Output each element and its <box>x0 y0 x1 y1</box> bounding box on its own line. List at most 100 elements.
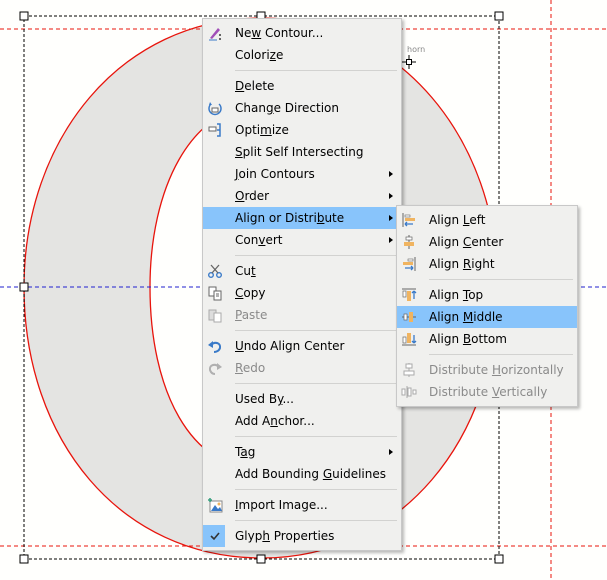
undo-icon <box>207 338 223 354</box>
menu-separator <box>235 70 397 71</box>
resize-handle-middle-left[interactable] <box>19 282 29 292</box>
checkmark-icon <box>207 528 223 544</box>
menu-item-align-or-distribute[interactable]: Align or Distribute <box>203 207 401 229</box>
menu-item-cut[interactable]: Cut <box>203 260 401 282</box>
resize-handle-top-right[interactable] <box>494 11 504 21</box>
mnemonic-letter: w <box>251 26 262 40</box>
menu-separator <box>235 383 397 384</box>
menu-item-split-self-intersecting[interactable]: Split Self Intersecting <box>203 141 401 163</box>
menu-item-add-anchor[interactable]: Add Anchor... <box>203 410 401 432</box>
menu-item-label: Cut <box>235 264 256 278</box>
menu-item-optimize[interactable]: Optimize <box>203 119 401 141</box>
menu-item-label: Glyph Properties <box>235 529 335 543</box>
menu-item-import-image[interactable]: Import Image... <box>203 494 401 516</box>
menu-item-colorize[interactable]: Colorize <box>203 44 401 66</box>
mnemonic-letter: H <box>491 363 501 377</box>
menu-item-label: Distribute Vertically <box>429 385 548 399</box>
mnemonic-letter: n <box>270 414 278 428</box>
mnemonic-letter: U <box>235 339 244 353</box>
menu-item-undo[interactable]: Undo Align Center <box>203 335 401 357</box>
submenu-arrow-icon <box>389 449 393 455</box>
menu-item-align-left[interactable]: Align Left <box>397 209 577 231</box>
mnemonic-letter: D <box>235 79 245 93</box>
menu-item-change-direction[interactable]: Change Direction <box>203 97 401 119</box>
mnemonic-letter: m <box>260 123 272 137</box>
align-bottom-icon <box>401 331 417 347</box>
menu-item-tag[interactable]: Tag <box>203 441 401 463</box>
distribute-horizontally-icon <box>401 362 417 378</box>
menu-item-label: Undo Align Center <box>235 339 345 353</box>
menu-item-label: Add Bounding Guidelines <box>235 467 386 481</box>
menu-item-new-contour[interactable]: New Contour... <box>203 22 401 44</box>
mnemonic-letter: R <box>235 361 243 375</box>
menu-item-label: Order <box>235 189 270 203</box>
menu-separator <box>235 330 397 331</box>
menu-item-used-by[interactable]: Used By... <box>203 388 401 410</box>
menu-item-label: Align Bottom <box>429 332 507 346</box>
align-distribute-submenu: Align Left Align Center Align Right Align T… <box>396 205 578 407</box>
menu-item-label: Align Center <box>429 235 504 249</box>
distribute-vertically-icon <box>401 384 417 400</box>
menu-item-label: Join Contours <box>235 167 315 181</box>
mnemonic-letter: S <box>235 145 243 159</box>
align-middle-icon <box>401 309 417 325</box>
menu-item-delete[interactable]: Delete <box>203 75 401 97</box>
menu-item-distribute-horizontally[interactable]: Distribute Horizontally <box>397 359 577 381</box>
mnemonic-letter: R <box>462 257 472 271</box>
menu-item-label: Paste <box>235 308 268 322</box>
menu-separator <box>235 436 397 437</box>
menu-item-label: Align or Distribute <box>235 211 345 225</box>
anchor-point-icon[interactable] <box>402 55 416 69</box>
menu-item-align-center[interactable]: Align Center <box>397 231 577 253</box>
align-right-icon <box>401 256 417 272</box>
menu-item-redo[interactable]: Redo <box>203 357 401 379</box>
copy-icon <box>207 285 223 301</box>
mnemonic-letter: g <box>265 101 274 115</box>
menu-item-label: Copy <box>235 286 266 300</box>
menu-item-label: Align Right <box>429 257 495 271</box>
menu-item-order[interactable]: Order <box>203 185 401 207</box>
menu-item-label: Align Top <box>429 288 484 302</box>
mnemonic-letter: h <box>262 529 270 543</box>
menu-item-label: Redo <box>235 361 266 375</box>
resize-handle-bottom-right[interactable] <box>494 554 504 564</box>
submenu-arrow-icon <box>389 215 393 221</box>
menu-item-label: Optimize <box>235 123 289 137</box>
menu-separator <box>429 354 573 355</box>
menu-item-convert[interactable]: Convert <box>203 229 401 251</box>
menu-item-label: Delete <box>235 79 275 93</box>
menu-item-align-right[interactable]: Align Right <box>397 253 577 275</box>
submenu-arrow-icon <box>389 193 393 199</box>
menu-item-align-middle[interactable]: Align Middle <box>397 306 577 328</box>
menu-item-glyph-properties[interactable]: Glyph Properties <box>203 525 401 547</box>
menu-item-label: New Contour... <box>235 26 324 40</box>
mnemonic-letter: B <box>462 332 472 346</box>
menu-item-distribute-vertically[interactable]: Distribute Vertically <box>397 381 577 403</box>
submenu-arrow-icon <box>389 171 393 177</box>
mnemonic-letter: a <box>240 445 248 459</box>
mnemonic-letter: M <box>462 310 474 324</box>
menu-item-label: Convert <box>235 233 283 247</box>
menu-item-copy[interactable]: Copy <box>203 282 401 304</box>
submenu-arrow-icon <box>389 237 393 243</box>
menu-item-label: Colorize <box>235 48 284 62</box>
mnemonic-letter: P <box>235 308 242 322</box>
menu-item-label: Align Middle <box>429 310 503 324</box>
resize-handle-bottom-center[interactable] <box>256 554 266 564</box>
align-top-icon <box>401 287 417 303</box>
mnemonic-letter: t <box>250 264 256 278</box>
align-center-icon <box>401 234 417 250</box>
menu-item-label: Align Left <box>429 213 486 227</box>
menu-item-join-contours[interactable]: Join Contours <box>203 163 401 185</box>
menu-item-add-bounding-guidelines[interactable]: Add Bounding Guidelines <box>203 463 401 485</box>
resize-handle-bottom-left[interactable] <box>19 554 29 564</box>
menu-item-align-top[interactable]: Align Top <box>397 284 577 306</box>
mnemonic-letter: G <box>322 467 333 481</box>
menu-item-label: Used By... <box>235 392 294 406</box>
change-direction-icon <box>207 100 223 116</box>
menu-item-align-bottom[interactable]: Align Bottom <box>397 328 577 350</box>
menu-item-paste[interactable]: Paste <box>203 304 401 326</box>
redo-icon <box>207 360 223 376</box>
menu-item-label: Change Direction <box>235 101 339 115</box>
resize-handle-top-left[interactable] <box>19 11 29 21</box>
